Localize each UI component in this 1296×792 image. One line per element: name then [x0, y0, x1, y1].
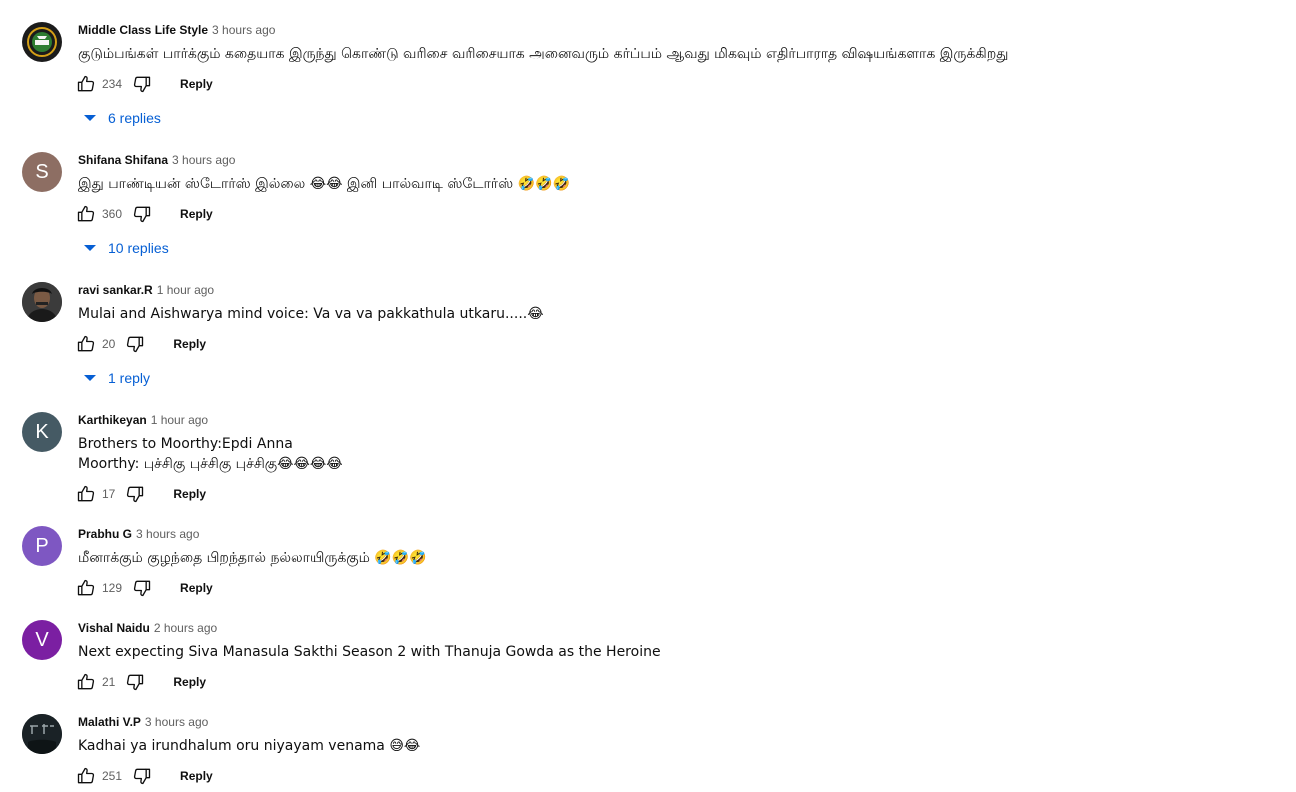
thumbs-up-icon[interactable]: [74, 576, 98, 600]
comment-body: Middle Class Life Style 3 hours ago குடும…: [77, 22, 1276, 130]
thumbs-down-icon[interactable]: [130, 72, 154, 96]
view-replies-button[interactable]: 1 reply: [78, 366, 1276, 390]
like-count: 20: [102, 337, 116, 351]
comment-header: Shifana Shifana 3 hours ago: [78, 152, 1276, 168]
view-replies-button[interactable]: 10 replies: [78, 236, 1276, 260]
author-name[interactable]: ravi sankar.R: [78, 283, 153, 297]
like-count: 129: [102, 581, 123, 595]
comment-text: Brothers to Moorthy:Epdi Anna Moorthy: ப…: [78, 436, 343, 472]
comment-timestamp[interactable]: 3 hours ago: [172, 153, 235, 167]
avatar-initial: V: [35, 628, 49, 651]
comment-timestamp[interactable]: 3 hours ago: [136, 527, 199, 541]
author-name[interactable]: Vishal Naidu: [78, 621, 150, 635]
comment-actions: 360 Reply: [74, 198, 1276, 230]
reply-button[interactable]: Reply: [165, 481, 214, 507]
comment-text: Next expecting Siva Manasula Sakthi Seas…: [78, 644, 661, 660]
reply-button[interactable]: Reply: [172, 201, 221, 227]
avatar[interactable]: [22, 714, 62, 754]
author-name[interactable]: Malathi V.P: [78, 715, 141, 729]
thumbs-up-icon[interactable]: [74, 670, 98, 694]
comment-actions: 21 Reply: [74, 666, 1276, 698]
comment-actions: 129 Reply: [74, 572, 1276, 604]
avatar-initial: P: [35, 534, 49, 557]
comment-body: Vishal Naidu 2 hours ago Next expecting S…: [77, 620, 1276, 698]
comment-header: Malathi V.P 3 hours ago: [78, 714, 1276, 730]
comment-header: Middle Class Life Style 3 hours ago: [78, 22, 1276, 38]
profile-photo-icon: [22, 714, 62, 754]
comment-actions: 251 Reply: [74, 760, 1276, 792]
channel-logo-icon: [27, 27, 57, 57]
comment-body: Malathi V.P 3 hours ago Kadhai ya irundha…: [77, 714, 1276, 792]
author-name[interactable]: Karthikeyan: [78, 413, 147, 427]
comment-actions: 20 Reply: [74, 328, 1276, 360]
avatar[interactable]: [22, 22, 62, 62]
comment-header: ravi sankar.R 1 hour ago: [78, 282, 1276, 298]
thumbs-down-icon[interactable]: [130, 202, 154, 226]
avatar-initial: K: [35, 420, 49, 443]
comment-text: Mulai and Aishwarya mind voice: Va va va…: [78, 306, 544, 322]
avatar[interactable]: S: [22, 152, 62, 192]
like-count: 360: [102, 207, 123, 221]
reply-button[interactable]: Reply: [165, 669, 214, 695]
reply-button[interactable]: Reply: [172, 71, 221, 97]
avatar[interactable]: [22, 282, 62, 322]
thumbs-down-icon[interactable]: [123, 670, 147, 694]
comment-actions: 234 Reply: [74, 68, 1276, 100]
reply-button[interactable]: Reply: [172, 575, 221, 601]
comment-timestamp[interactable]: 1 hour ago: [157, 283, 214, 297]
thumbs-up-icon[interactable]: [74, 202, 98, 226]
comment-timestamp[interactable]: 3 hours ago: [212, 23, 275, 37]
replies-count-label: 1 reply: [108, 370, 151, 386]
comment-header: Prabhu G 3 hours ago: [78, 526, 1276, 542]
comment-text: மீனாக்கும் குழந்தை பிறந்தால் நல்லாயிருக்…: [78, 550, 427, 566]
author-name[interactable]: Middle Class Life Style: [78, 23, 208, 37]
like-count: 251: [102, 769, 123, 783]
comment-timestamp[interactable]: 3 hours ago: [145, 715, 208, 729]
comment-body: Prabhu G 3 hours ago மீனாக்கும் குழந்தை ப…: [77, 526, 1276, 604]
comment-actions: 17 Reply: [74, 478, 1276, 510]
comment-body: ravi sankar.R 1 hour ago Mulai and Aishwa…: [77, 282, 1276, 390]
comment-body: Shifana Shifana 3 hours ago இது பாண்டியன்…: [77, 152, 1276, 260]
replies-count-label: 6 replies: [108, 110, 161, 126]
reply-button[interactable]: Reply: [165, 331, 214, 357]
comment-header: Karthikeyan 1 hour ago: [78, 412, 1276, 428]
avatar[interactable]: K: [22, 412, 62, 452]
thumbs-down-icon[interactable]: [123, 332, 147, 356]
thumbs-up-icon[interactable]: [74, 72, 98, 96]
comment-text: Kadhai ya irundhalum oru niyayam venama …: [78, 738, 421, 754]
caret-down-icon: [78, 366, 102, 390]
caret-down-icon: [78, 106, 102, 130]
view-replies-button[interactable]: 6 replies: [78, 106, 1276, 130]
comment-timestamp[interactable]: 1 hour ago: [151, 413, 208, 427]
like-count: 234: [102, 77, 123, 91]
reply-button[interactable]: Reply: [172, 763, 221, 789]
comment-timestamp[interactable]: 2 hours ago: [154, 621, 217, 635]
avatar[interactable]: V: [22, 620, 62, 660]
profile-photo-icon: [22, 282, 62, 322]
thumbs-up-icon[interactable]: [74, 764, 98, 788]
caret-down-icon: [78, 236, 102, 260]
author-name[interactable]: Prabhu G: [78, 527, 132, 541]
author-name[interactable]: Shifana Shifana: [78, 153, 168, 167]
thumbs-down-icon[interactable]: [130, 576, 154, 600]
like-count: 17: [102, 487, 116, 501]
comment-body: Karthikeyan 1 hour ago Brothers to Moorth…: [77, 412, 1276, 510]
comment-text: இது பாண்டியன் ஸ்டோர்ஸ் இல்லை 😂😂 இனி பால்…: [78, 176, 570, 192]
thumbs-up-icon[interactable]: [74, 482, 98, 506]
comment-text: குடும்பங்கள் பார்க்கும் கதையாக இருந்து க…: [78, 46, 1009, 62]
thumbs-up-icon[interactable]: [74, 332, 98, 356]
thumbs-down-icon[interactable]: [130, 764, 154, 788]
avatar[interactable]: P: [22, 526, 62, 566]
replies-count-label: 10 replies: [108, 240, 169, 256]
thumbs-down-icon[interactable]: [123, 482, 147, 506]
comment-header: Vishal Naidu 2 hours ago: [78, 620, 1276, 636]
avatar-initial: S: [35, 160, 49, 183]
like-count: 21: [102, 675, 116, 689]
